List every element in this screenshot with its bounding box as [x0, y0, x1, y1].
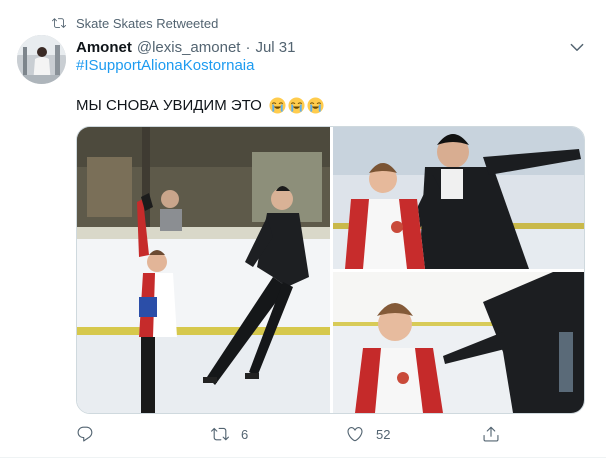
- tweet-card[interactable]: Skate Skates Retweeted Amonet @lexis_amo…: [0, 0, 606, 458]
- photo-skater-rink-closeup[interactable]: [333, 272, 584, 413]
- avatar-image: [17, 35, 66, 84]
- like-count: 52: [376, 426, 391, 442]
- author-name[interactable]: Amonet: [76, 39, 132, 56]
- hashtag-link[interactable]: #ISupportAlionaKostornaia: [76, 57, 254, 74]
- chevron-down-icon: [570, 43, 584, 52]
- author-handle[interactable]: @lexis_amonet: [137, 39, 241, 56]
- share-icon: [483, 426, 499, 442]
- avatar[interactable]: [17, 35, 66, 84]
- like-button[interactable]: 52: [346, 424, 390, 444]
- photo-skater-spiral[interactable]: [77, 127, 330, 413]
- retweet-button[interactable]: 6: [211, 424, 248, 444]
- retweet-count: 6: [241, 426, 249, 442]
- tweet-date[interactable]: Jul 31: [255, 39, 295, 56]
- reply-button[interactable]: [76, 424, 106, 444]
- retweet-icon: [211, 427, 229, 441]
- crying-face-emoji-icon: [307, 97, 324, 114]
- photo-skater-coach-closeup[interactable]: [333, 127, 584, 269]
- crying-face-emoji-icon: [288, 97, 305, 114]
- retweet-icon: [52, 18, 66, 28]
- share-button[interactable]: [482, 424, 500, 444]
- reply-icon: [77, 426, 93, 442]
- photo-image: [333, 272, 584, 413]
- retweet-banner[interactable]: Skate Skates Retweeted: [52, 14, 218, 32]
- photo-image: [333, 127, 584, 269]
- heart-icon: [347, 427, 363, 442]
- more-options-button[interactable]: [568, 38, 586, 56]
- tweet-actions: 6 52: [76, 424, 506, 444]
- media-grid: [76, 126, 585, 414]
- retweet-banner-text: Skate Skates Retweeted: [76, 15, 219, 31]
- crying-face-emoji-icon: [269, 97, 286, 114]
- photo-image: [77, 127, 330, 413]
- tweet-header: Amonet @lexis_amonet · Jul 31: [76, 37, 586, 57]
- tweet-text: МЫ СНОВА УВИДИМ ЭТО: [76, 97, 324, 114]
- tweet-text-content: МЫ СНОВА УВИДИМ ЭТО: [76, 97, 262, 114]
- separator-dot: ·: [245, 38, 251, 56]
